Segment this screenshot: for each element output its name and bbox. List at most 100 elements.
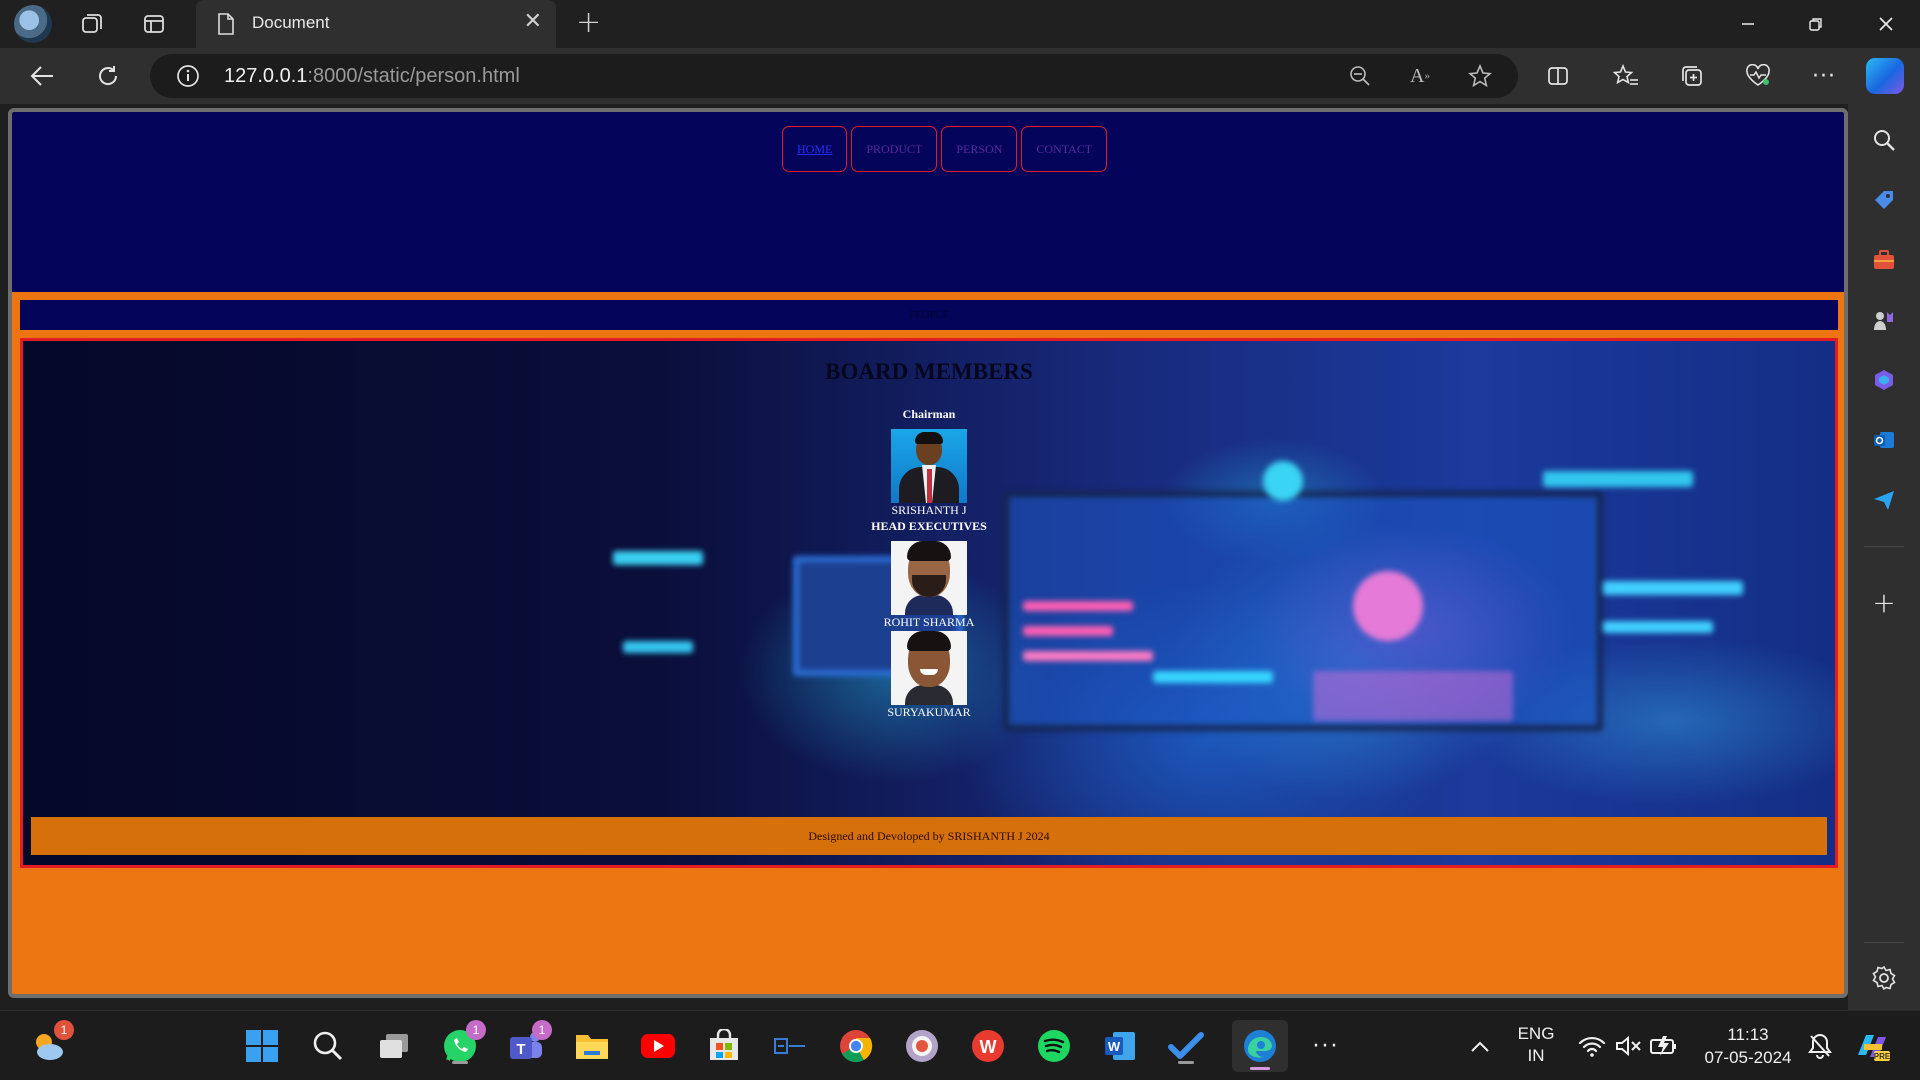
- tools-icon[interactable]: [1866, 242, 1902, 278]
- tray-chevron-up-icon[interactable]: [1460, 1026, 1500, 1066]
- split-screen-icon[interactable]: [1540, 58, 1576, 94]
- favorite-star-icon[interactable]: [1464, 60, 1496, 92]
- refresh-icon[interactable]: [90, 58, 126, 94]
- search-icon[interactable]: [1866, 122, 1902, 158]
- document-icon: [210, 8, 242, 40]
- executive-card: SURYAKUMAR: [23, 631, 1835, 719]
- site-header: HOME PRODUCT PERSON CONTACT: [12, 112, 1844, 292]
- minimize-icon[interactable]: [1728, 8, 1768, 40]
- new-tab-icon[interactable]: +: [576, 8, 601, 38]
- clock[interactable]: 11:13 07-05-2024: [1696, 1023, 1800, 1069]
- whatsapp-badge: 1: [466, 1020, 486, 1040]
- favorites-icon[interactable]: [1608, 58, 1644, 94]
- site-info-icon[interactable]: [172, 60, 204, 92]
- main-menu: HOME PRODUCT PERSON CONTACT: [782, 126, 1108, 172]
- todo-icon[interactable]: [1166, 1026, 1206, 1066]
- volume-muted-icon[interactable]: [1608, 1026, 1648, 1066]
- menu-person-link[interactable]: PERSON: [941, 126, 1018, 172]
- word-icon[interactable]: W: [1100, 1026, 1140, 1066]
- photo-shirt: [905, 685, 953, 705]
- copilot-taskbar-icon[interactable]: PRE: [1852, 1026, 1892, 1066]
- browser-toolbar: 127.0.0.1:8000/static/person.html A» ···: [0, 48, 1920, 104]
- whatsapp-icon[interactable]: 1: [440, 1020, 486, 1066]
- more-options-icon[interactable]: ···: [1806, 58, 1842, 94]
- sidebar-divider: [1864, 546, 1904, 547]
- games-icon[interactable]: [1866, 302, 1902, 338]
- browser-profile-icon[interactable]: [902, 1026, 942, 1066]
- executive-name: ROHIT SHARMA: [883, 615, 975, 629]
- tab-actions-icon[interactable]: [138, 8, 170, 40]
- add-icon[interactable]: +: [1866, 584, 1902, 620]
- teams-icon[interactable]: T 1: [506, 1020, 552, 1066]
- copilot-sidebar-icon[interactable]: [1866, 362, 1902, 398]
- browser-tab-active[interactable]: Document ✕: [196, 0, 556, 48]
- send-icon[interactable]: [1866, 482, 1902, 518]
- shopping-tag-icon[interactable]: [1866, 182, 1902, 218]
- menu-home-link[interactable]: HOME: [782, 126, 848, 172]
- chairman-photo: [891, 429, 967, 503]
- photo-hair: [907, 541, 951, 561]
- photo-hair: [915, 432, 943, 444]
- wps-office-icon[interactable]: W: [968, 1026, 1008, 1066]
- site-footer: Designed and Devoloped by SRISHANTH J 20…: [31, 817, 1827, 855]
- start-windows-icon[interactable]: [242, 1026, 282, 1066]
- back-arrow-icon[interactable]: [24, 58, 60, 94]
- teams-badge: 1: [532, 1020, 552, 1040]
- svg-text:PRE: PRE: [1874, 1052, 1890, 1061]
- menu-contact-link[interactable]: CONTACT: [1021, 126, 1108, 172]
- menu-product-link[interactable]: PRODUCT: [851, 126, 938, 172]
- language-secondary: IN: [1527, 1046, 1545, 1065]
- weather-widget-icon[interactable]: 1: [28, 1020, 74, 1066]
- running-indicator: [452, 1061, 468, 1064]
- close-window-icon[interactable]: [1866, 8, 1906, 40]
- battery-charging-icon[interactable]: [1644, 1026, 1684, 1066]
- weather-badge: 1: [54, 1020, 74, 1040]
- executive-photo: [891, 631, 967, 705]
- chairman-heading: Chairman: [902, 407, 956, 421]
- executive-card: ROHIT SHARMA: [23, 541, 1835, 629]
- people-bar: PEOPLE: [20, 300, 1838, 330]
- url-host: 127.0.0.1: [224, 65, 308, 87]
- chairman-name: SRISHANTH J: [891, 503, 967, 517]
- taskbar-overflow-icon[interactable]: ···: [1306, 1026, 1346, 1066]
- tab-close-icon[interactable]: ✕: [524, 11, 542, 33]
- executive-name: SURYAKUMAR: [887, 705, 971, 719]
- running-indicator: [1178, 1061, 1194, 1064]
- outlook-icon[interactable]: [1866, 422, 1902, 458]
- workspaces-icon[interactable]: [76, 8, 108, 40]
- url-text: 127.0.0.1:8000/static/person.html: [224, 65, 520, 88]
- app-window-icon[interactable]: [770, 1026, 810, 1066]
- browser-essentials-icon[interactable]: [1740, 58, 1776, 94]
- tab-title: Document: [252, 13, 330, 32]
- task-view-icon[interactable]: [374, 1026, 414, 1066]
- wifi-icon[interactable]: [1572, 1026, 1612, 1066]
- read-aloud-icon[interactable]: A»: [1404, 60, 1436, 92]
- youtube-icon[interactable]: [638, 1026, 678, 1066]
- profile-avatar-icon[interactable]: [14, 5, 52, 43]
- copilot-icon[interactable]: [1866, 58, 1904, 94]
- page-viewport: HOME PRODUCT PERSON CONTACT PEOPLE BOARD…: [8, 108, 1848, 998]
- board-members-section: BOARD MEMBERS Chairman SRISHANTH J HEAD …: [20, 338, 1838, 868]
- language-indicator[interactable]: ENG IN: [1512, 1023, 1560, 1067]
- running-indicator: [1250, 1067, 1270, 1070]
- settings-gear-icon[interactable]: [1866, 960, 1902, 996]
- zoom-out-icon[interactable]: [1344, 60, 1376, 92]
- clock-time: 11:13: [1727, 1025, 1769, 1044]
- address-bar[interactable]: 127.0.0.1:8000/static/person.html A»: [150, 54, 1518, 98]
- chrome-icon[interactable]: [836, 1026, 876, 1066]
- taskbar-search-icon[interactable]: [308, 1026, 348, 1066]
- restore-icon[interactable]: [1796, 8, 1836, 40]
- file-explorer-icon[interactable]: [572, 1026, 612, 1066]
- photo-shirt: [905, 595, 953, 615]
- executive-photo: [891, 541, 967, 615]
- language-primary: ENG: [1517, 1024, 1555, 1043]
- edge-active-icon[interactable]: [1232, 1020, 1288, 1072]
- spotify-icon[interactable]: [1034, 1026, 1074, 1066]
- edge-sidebar: +: [1848, 104, 1920, 1010]
- notifications-bell-icon[interactable]: [1800, 1026, 1840, 1066]
- photo-hair: [907, 631, 951, 651]
- microsoft-store-icon[interactable]: [704, 1026, 744, 1066]
- collections-icon[interactable]: [1674, 58, 1710, 94]
- sidebar-divider: [1864, 942, 1904, 943]
- head-executives-heading: HEAD EXECUTIVES: [871, 519, 987, 533]
